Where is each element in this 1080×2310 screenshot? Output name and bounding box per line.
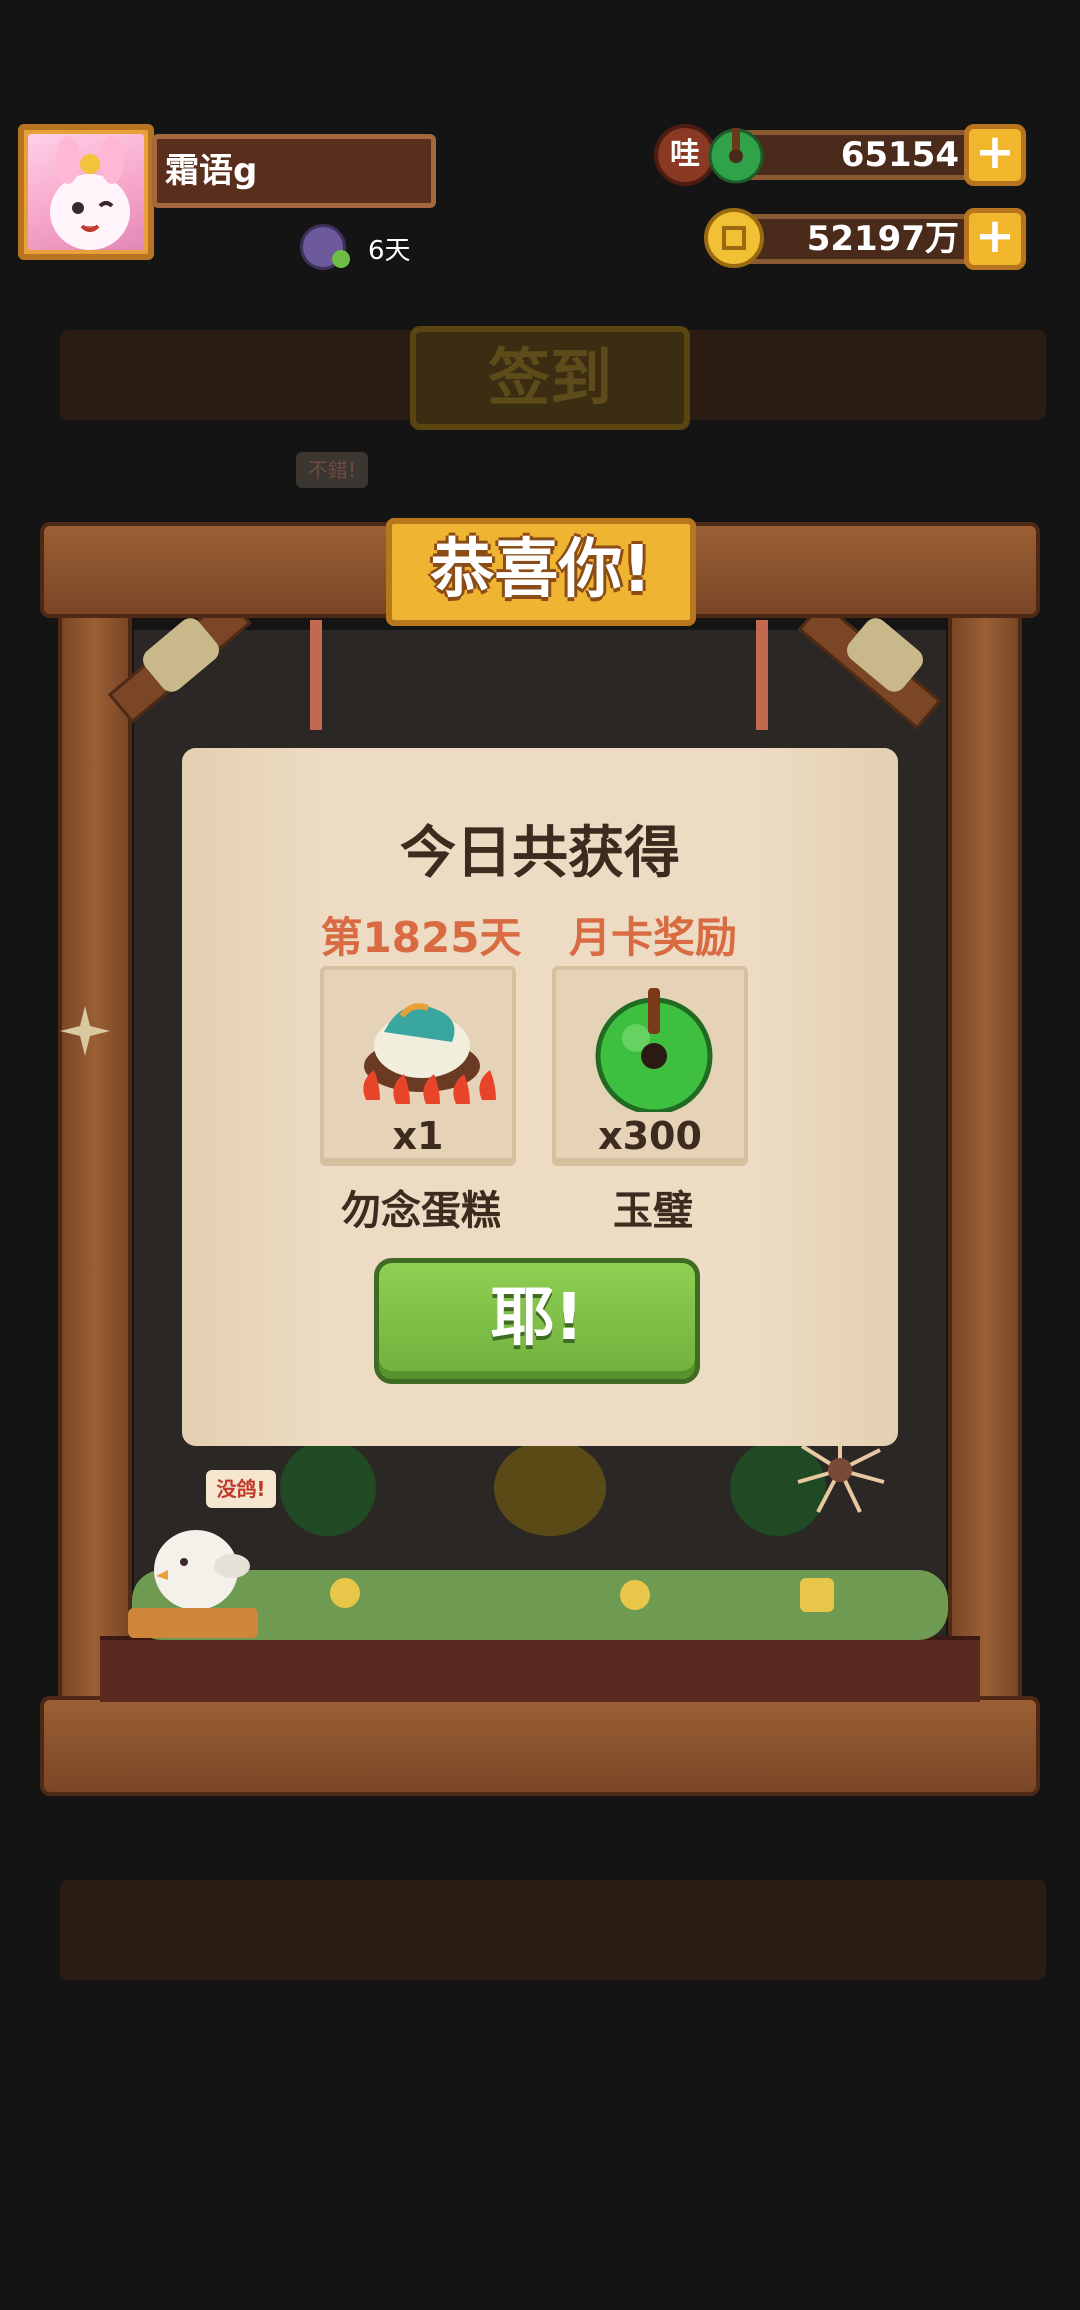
confirm-button[interactable]: 耶!: [374, 1258, 700, 1384]
coin-pile-icon: [800, 1578, 834, 1612]
background-coin-icon: [494, 1440, 606, 1536]
checkin-title: 签到: [410, 326, 690, 430]
background-bottom-beam: [60, 1880, 1046, 1980]
sparkle-icon: [60, 1006, 110, 1056]
daily-reward-label: 第1825天: [320, 913, 522, 962]
bottom-beam: [40, 1696, 1040, 1796]
reward-qty-cake: x1: [392, 1114, 444, 1158]
left-hanging-rope: [310, 620, 322, 730]
player-name: 霜语g: [152, 134, 436, 208]
player-avatar[interactable]: [18, 124, 154, 260]
reward-qty-jade: x300: [598, 1114, 702, 1158]
reward-card-cake[interactable]: x1: [320, 966, 516, 1166]
add-jade-button[interactable]: +: [964, 124, 1026, 186]
right-post: [948, 600, 1022, 1710]
streak-days: 6天: [368, 236, 411, 266]
chick-perch: [128, 1608, 258, 1638]
right-hanging-rope: [756, 620, 768, 730]
reward-item-name-jade: 玉璧: [613, 1188, 693, 1234]
avatar-character-icon: [50, 136, 130, 250]
coin-icon: [704, 208, 764, 268]
background-jade-icon: [280, 1440, 376, 1536]
left-post: [58, 600, 132, 1710]
jade-disc-icon: [595, 988, 713, 1112]
stage-shelf: [100, 1636, 980, 1702]
monthly-card-label: 月卡奖励: [568, 913, 737, 962]
modal-title: 今日共获得: [400, 821, 680, 886]
online-dot-icon: [332, 250, 350, 268]
jade-disc-icon: [708, 128, 764, 184]
chick-bubble: 没鸽!: [206, 1470, 276, 1508]
background-bubble: 不錯!: [296, 452, 368, 488]
flower-icon: [330, 1578, 360, 1608]
add-coin-button[interactable]: +: [964, 208, 1026, 270]
flower-icon-2: [620, 1580, 650, 1610]
reward-item-name-cake: 勿念蛋糕: [341, 1188, 501, 1234]
chick-icon: [154, 1530, 250, 1610]
cake-icon: [363, 1003, 496, 1104]
reward-card-jade[interactable]: x300: [552, 966, 748, 1166]
congrats-title: 恭喜你!: [386, 518, 696, 626]
